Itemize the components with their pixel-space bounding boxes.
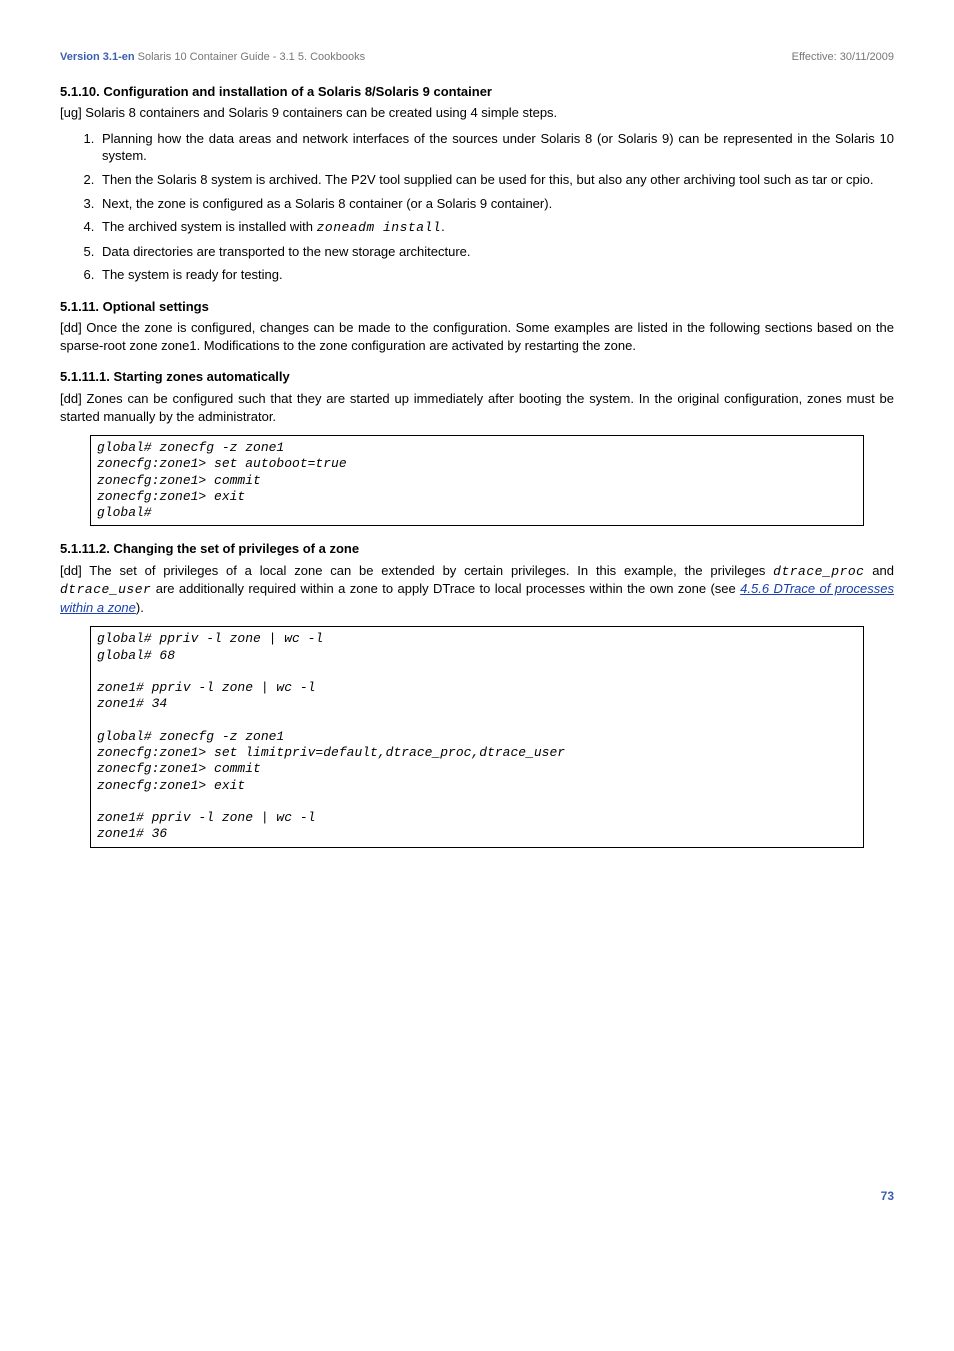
heading-5-1-11-1: 5.1.11.1. Starting zones automatically [60, 368, 894, 386]
codebox-autoboot: global# zonecfg -z zone1 zonecfg:zone1> … [90, 435, 864, 526]
para-5-1-11-1: [dd] Zones can be configured such that t… [60, 390, 894, 425]
codebox-privileges: global# ppriv -l zone | wc -l global# 68… [90, 626, 864, 847]
version-label: Version 3.1-en [60, 51, 135, 63]
breadcrumb-text: Solaris 10 Container Guide - 3.1 5. Cook… [138, 51, 365, 63]
dtrace-user-code: dtrace_user [60, 582, 151, 597]
steps-list: Planning how the data areas and network … [60, 130, 894, 284]
intro-5-1-10: [ug] Solaris 8 containers and Solaris 9 … [60, 104, 894, 122]
para2-c: ). [136, 600, 144, 615]
heading-5-1-10: 5.1.10. Configuration and installation o… [60, 83, 894, 101]
item4-tail: . [441, 219, 445, 234]
para2-mid: and [864, 563, 894, 578]
page-number: 73 [60, 1188, 894, 1204]
heading-5-1-11-2: 5.1.11.2. Changing the set of privileges… [60, 540, 894, 558]
page-header: Version 3.1-en Solaris 10 Container Guid… [60, 50, 894, 65]
effective-date: Effective: 30/11/2009 [792, 50, 894, 65]
para-5-1-11-2: [dd] The set of privileges of a local zo… [60, 562, 894, 617]
list-item: The system is ready for testing. [98, 266, 894, 284]
item4-text: The archived system is installed with [102, 219, 317, 234]
para-5-1-11: [dd] Once the zone is configured, change… [60, 319, 894, 354]
list-item: Data directories are transported to the … [98, 243, 894, 261]
list-item: Planning how the data areas and network … [98, 130, 894, 165]
list-item: The archived system is installed with zo… [98, 218, 894, 237]
dtrace-proc-code: dtrace_proc [773, 564, 864, 579]
list-item: Then the Solaris 8 system is archived. T… [98, 171, 894, 189]
para2-a: [dd] The set of privileges of a local zo… [60, 563, 773, 578]
list-item: Next, the zone is configured as a Solari… [98, 195, 894, 213]
zoneadm-code: zoneadm install [317, 220, 442, 235]
heading-5-1-11: 5.1.11. Optional settings [60, 298, 894, 316]
para2-b: are additionally required within a zone … [151, 581, 740, 596]
